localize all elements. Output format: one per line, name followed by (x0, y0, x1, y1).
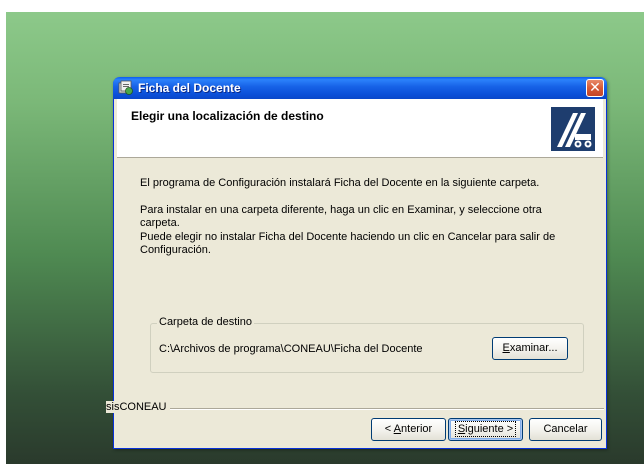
installer-logo-icon (551, 107, 595, 151)
desktop-left-band (0, 0, 6, 464)
destination-folder-label: Carpeta de destino (157, 316, 254, 328)
destination-folder-group: Carpeta de destino C:\Archivos de progra… (150, 316, 584, 373)
next-focus-frame: Siguiente > (454, 421, 517, 437)
brand-label: sisCONEAU (106, 401, 170, 413)
back-label: nterior (401, 423, 433, 435)
page-title: Elegir una localización de destino (131, 109, 324, 123)
desktop-top-band (0, 0, 644, 12)
browse-mnemonic: E (502, 342, 510, 354)
next-button[interactable]: Siguiente > (448, 418, 523, 441)
browse-button[interactable]: Examinar... (492, 337, 568, 360)
back-button[interactable]: < Anterior (371, 418, 446, 441)
back-prefix: < (384, 423, 394, 435)
title-bar[interactable]: Ficha del Docente ✕ (113, 77, 607, 99)
wizard-header: Elegir una localización de destino (117, 99, 603, 158)
installer-app-icon (118, 80, 133, 95)
window-title: Ficha del Docente (138, 81, 241, 95)
next-label: iguiente > (465, 423, 514, 435)
destination-folder-path: C:\Archivos de programa\CONEAU\Ficha del… (159, 343, 423, 355)
cancel-button[interactable]: Cancelar (529, 418, 602, 441)
info-paragraph-1: El programa de Configuración instalará F… (140, 177, 540, 189)
info-paragraph-2: Para instalar en una carpeta diferente, … (140, 204, 542, 229)
browse-label: xaminar... (509, 342, 558, 354)
wizard-content: El programa de Configuración instalará F… (117, 158, 603, 398)
installer-window: Ficha del Docente ✕ Elegir una localizac… (106, 77, 607, 449)
back-mnemonic: A (393, 423, 402, 435)
footer-separator (114, 408, 604, 410)
info-paragraph-3: Puede elegir no instalar Ficha del Docen… (140, 231, 556, 256)
close-icon: ✕ (589, 79, 601, 95)
close-button[interactable]: ✕ (586, 79, 604, 97)
